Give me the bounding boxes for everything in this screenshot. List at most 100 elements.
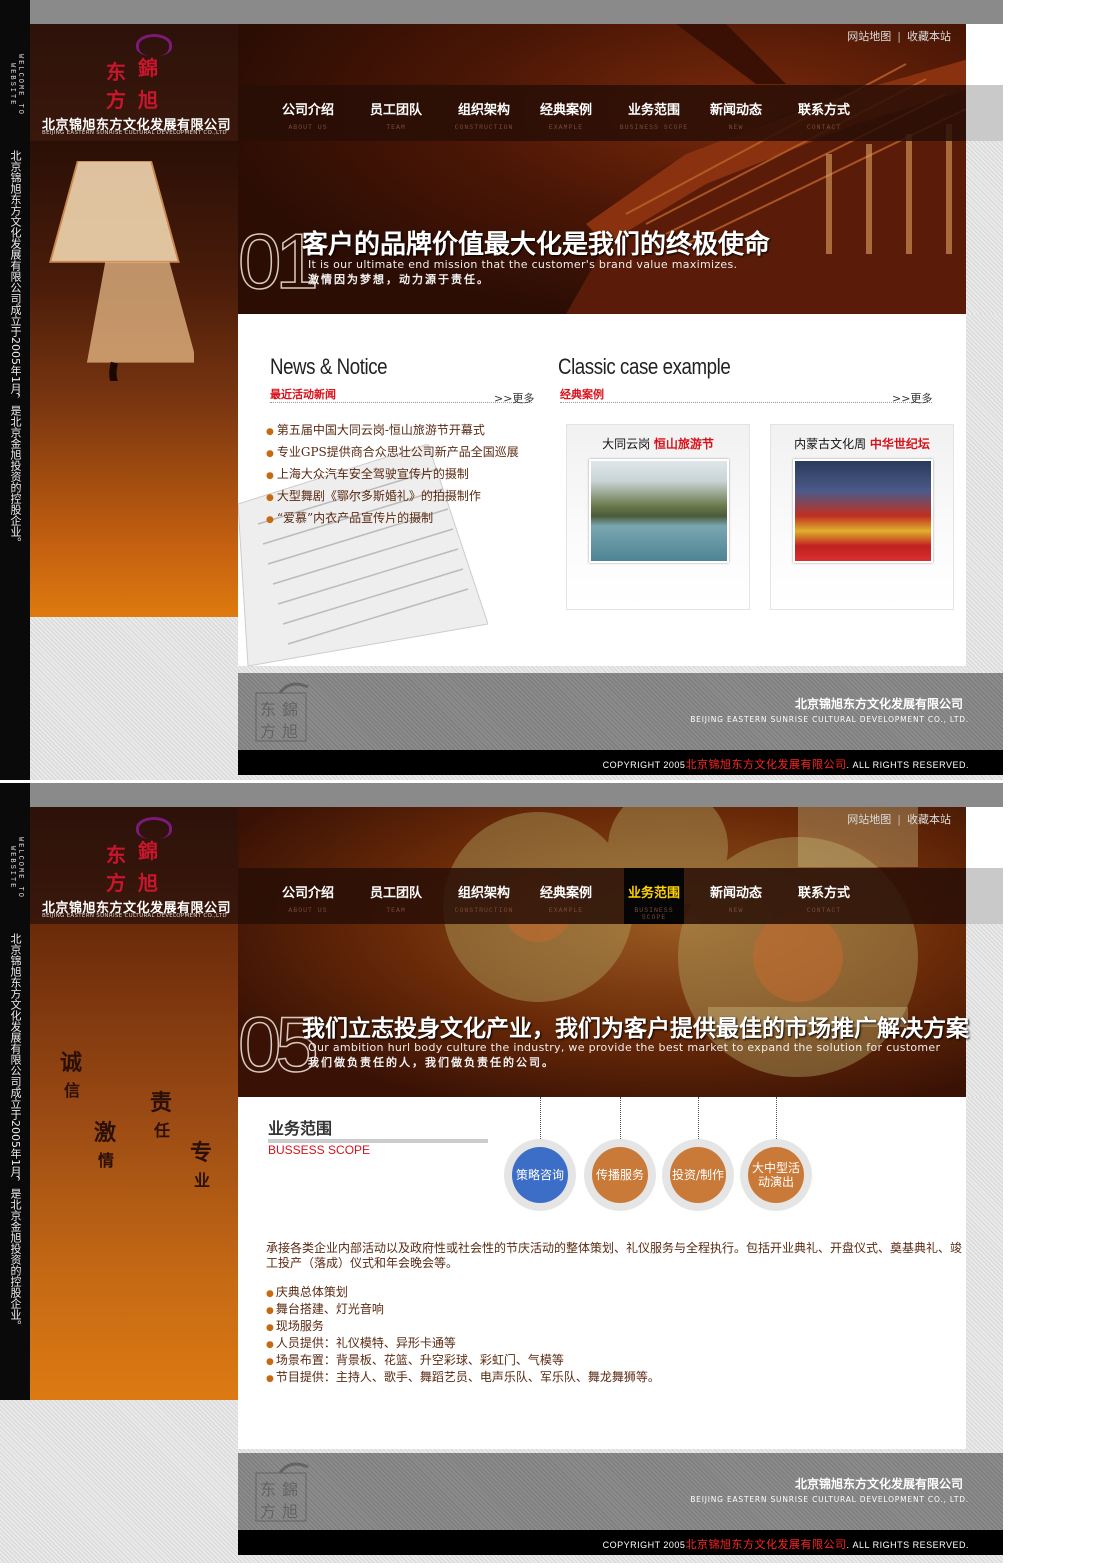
news-item[interactable]: ● 上海大众汽车安全驾驶宣传片的摄制 — [266, 464, 519, 486]
nav-label-en: TEAM — [386, 907, 406, 914]
nav-label-cn: 员工团队 — [369, 886, 422, 901]
case-title-highlight: 恒山旅游节 — [653, 437, 714, 451]
divider — [698, 1097, 699, 1139]
news-more-link[interactable]: >>更多 — [494, 390, 534, 406]
bookmark-link[interactable]: 收藏本站 — [907, 30, 951, 43]
lamp-icon — [49, 161, 194, 381]
nav-item-news[interactable]: 新闻动态 NEW — [692, 882, 780, 914]
case-card[interactable]: 大同云岗 恒山旅游节 — [566, 424, 750, 610]
right-white-block — [966, 24, 1003, 85]
circle-strategy[interactable]: 策略咨询 — [504, 1139, 576, 1211]
logo[interactable]: 东 錦 方 旭 北京锦旭东方文化发展有限公司 BEIJING EASTERN S… — [30, 24, 238, 141]
copyright-prefix: COPYRIGHT 2005 — [602, 1540, 686, 1550]
news-item-text: 专业GPS提供商合众思壮公司新产品全国巡展 — [276, 445, 519, 459]
nav-item-contact[interactable]: 联系方式 CONTACT — [780, 99, 868, 131]
value-char: 任 — [154, 1121, 171, 1140]
copyright-prefix: COPYRIGHT 2005 — [602, 760, 686, 770]
nav-label-cn: 公司介绍 — [281, 103, 334, 118]
value-char: 责 — [150, 1090, 173, 1116]
news-item[interactable]: ● “爱慕”内衣产品宣传片的摄制 — [266, 508, 519, 530]
list-item-text: 舞台搭建、灯光音响 — [275, 1302, 384, 1316]
circle-investment[interactable]: 投资/制作 — [662, 1139, 734, 1211]
value-char: 情 — [98, 1151, 115, 1170]
copyright-bar: COPYRIGHT 2005北京锦旭东方文化发展有限公司. ALL RIGHTS… — [238, 750, 1003, 775]
logo-seal: 东 錦 方 旭 — [106, 34, 172, 112]
nav-item-construction[interactable]: 组织架构 CONSTRUCTION — [440, 882, 528, 914]
bookmark-link[interactable]: 收藏本站 — [907, 813, 951, 826]
nav-label-en: EXAMPLE — [548, 124, 584, 131]
sitemap-link[interactable]: 网站地图 — [847, 30, 891, 43]
seal-char: 錦 — [138, 56, 158, 80]
nav-label-cn: 经典案例 — [539, 886, 592, 901]
nav-item-team[interactable]: 员工团队 TEAM — [352, 882, 440, 914]
news-item[interactable]: ● 第五届中国大同云岗-恒山旅游节开幕式 — [266, 420, 519, 442]
nav-item-about[interactable]: 公司介绍 ABOUT US — [264, 99, 352, 131]
news-title: News & Notice — [270, 354, 388, 379]
right-grey-block — [966, 868, 1003, 924]
nav-item-news[interactable]: 新闻动态 NEW — [692, 99, 780, 131]
case-title: Classic case example — [558, 354, 731, 379]
lamp-image — [30, 141, 238, 617]
value-char: 专 — [190, 1140, 213, 1166]
welcome-vertical: WELCOME TO WEBSITE — [8, 836, 24, 899]
case-subtitle: 经典案例 — [560, 388, 604, 401]
nav-item-business-scope[interactable]: 业务范围 BUSINESS SCOPE — [624, 868, 684, 924]
case-more-link[interactable]: >>更多 — [892, 390, 932, 406]
nav-label-cn: 新闻动态 — [709, 886, 762, 901]
nav-item-example[interactable]: 经典案例 EXAMPLE — [522, 99, 610, 131]
nav-item-contact[interactable]: 联系方式 CONTACT — [780, 882, 868, 914]
list-item-text: 场景布置：背景板、花篮、升空彩球、彩虹门、气模等 — [275, 1353, 564, 1367]
left-stripe — [30, 1400, 238, 1563]
bullet-icon: ● — [266, 493, 274, 503]
right-stripe — [966, 1097, 1003, 1457]
nav-label-en: CONSTRUCTION — [454, 907, 514, 914]
nav-label-cn: 联系方式 — [797, 886, 850, 901]
divider — [270, 402, 532, 403]
nav-item-example[interactable]: 经典案例 EXAMPLE — [522, 882, 610, 914]
sitemap-link[interactable]: 网站地图 — [847, 813, 891, 826]
circle-label: 投资/制作 — [670, 1147, 726, 1203]
bullet-icon: ● — [266, 471, 274, 481]
bullet-icon: ● — [266, 449, 274, 459]
footer: 东 錦 方 旭 北京锦旭东方文化发展有限公司 BEIJING EASTERN S… — [238, 1453, 1003, 1530]
nav-label-en: BUSINESS SCOPE — [634, 907, 674, 921]
nav-label-en: ABOUT US — [288, 907, 328, 914]
copyright-suffix: . ALL RIGHTS RESERVED. — [846, 760, 969, 770]
nav-item-about[interactable]: 公司介绍 ABOUT US — [264, 882, 352, 914]
nav-item-construction[interactable]: 组织架构 CONSTRUCTION — [440, 99, 528, 131]
circle-communication[interactable]: 传播服务 — [584, 1139, 656, 1211]
left-vertical-bar: WELCOME TO WEBSITE 北京锦旭东方文化发展有限公司成立于2005… — [0, 783, 30, 1400]
bullet-icon: ● — [266, 1289, 274, 1299]
bullet-icon: ● — [266, 515, 274, 525]
nav-item-business-scope[interactable]: 业务范围 BUSINESS SCOPE — [610, 99, 698, 131]
seal-char: 旭 — [138, 88, 158, 112]
list-item: ● 庆典总体策划 — [266, 1285, 660, 1302]
banner-slogan-cn: 我们立志投身文化产业，我们为客户提供最佳的市场推广解决方案 — [302, 1015, 969, 1042]
logo[interactable]: 东 錦 方 旭 北京锦旭东方文化发展有限公司 BEIJING EASTERN S… — [30, 807, 238, 924]
seal-char: 方 — [106, 871, 126, 895]
news-item-text: “爱慕”内衣产品宣传片的摄制 — [276, 511, 434, 525]
circle-events[interactable]: 大中型活动演出 — [740, 1139, 812, 1211]
news-item[interactable]: ● 专业GPS提供商合众思壮公司新产品全国巡展 — [266, 442, 519, 464]
svg-text:旭: 旭 — [282, 1502, 298, 1521]
svg-text:东: 东 — [260, 1480, 276, 1499]
right-white-block — [966, 807, 1003, 868]
footer-company-cn: 北京锦旭东方文化发展有限公司 — [794, 1477, 963, 1491]
banner-slogan-en: It is our ultimate end mission that the … — [308, 258, 738, 271]
company-intro-vertical: 北京锦旭东方文化发展有限公司成立于2005年1月，是北京金旭投资的控股企业。 — [9, 150, 22, 548]
case-card[interactable]: 内蒙古文化周 中华世纪坛 — [770, 424, 954, 610]
nav-label-cn: 联系方式 — [797, 103, 850, 118]
separator: | — [897, 30, 901, 43]
scope-description: 承接各类企业内部活动以及政府性或社会性的节庆活动的整体策划、礼仪服务与全程执行。… — [266, 1241, 963, 1270]
seal-char: 方 — [106, 88, 126, 112]
news-item[interactable]: ● 大型舞剧《鄂尔多斯婚礼》的拍摄制作 — [266, 486, 519, 508]
top-links: 网站地图 | 收藏本站 — [847, 28, 951, 44]
page-section-2: WELCOME TO WEBSITE 北京锦旭东方文化发展有限公司成立于2005… — [0, 783, 1003, 1563]
news-item-text: 上海大众汽车安全驾驶宣传片的摄制 — [276, 467, 469, 481]
seal-char: 錦 — [138, 839, 158, 863]
circle-label: 策略咨询 — [512, 1147, 568, 1203]
nav-item-team[interactable]: 员工团队 TEAM — [352, 99, 440, 131]
separator: | — [897, 813, 901, 826]
banner-slogan-sub: 我们做负责任的人，我们做负责任的公司。 — [308, 1056, 555, 1069]
bullet-icon: ● — [266, 1340, 274, 1350]
